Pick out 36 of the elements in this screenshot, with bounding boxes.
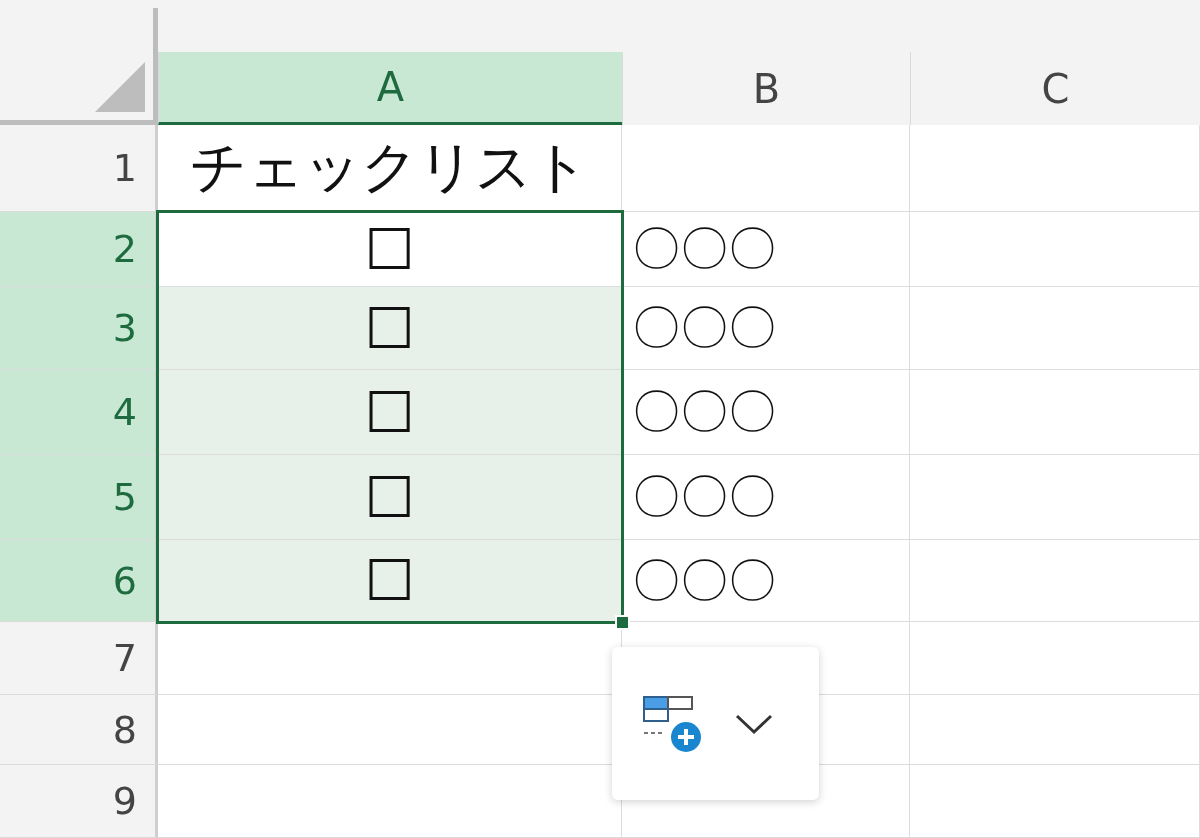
row-header[interactable]: 1: [0, 125, 158, 212]
row-header[interactable]: 5: [0, 455, 158, 540]
column-header[interactable]: B: [622, 52, 910, 125]
quick-analysis-button[interactable]: [642, 693, 704, 754]
table-cell[interactable]: 〇〇〇: [622, 370, 910, 455]
row-header[interactable]: 7: [0, 622, 158, 695]
table-add-icon: [642, 693, 704, 754]
fill-handle[interactable]: [615, 615, 630, 630]
cell-text: ☐: [364, 216, 415, 282]
cell-text: 〇〇〇: [631, 467, 776, 526]
row-header[interactable]: 9: [0, 765, 158, 838]
column-header[interactable]: C: [910, 52, 1200, 125]
table-cell[interactable]: ☐: [158, 287, 622, 370]
table-cell[interactable]: ☐: [158, 455, 622, 540]
cell-text: ☐: [364, 295, 415, 361]
table-cell[interactable]: ☐: [158, 370, 622, 455]
cell-text: 〇〇〇: [631, 382, 776, 441]
cell-text: チェックリスト: [190, 133, 589, 201]
table-cell[interactable]: ☐: [158, 540, 622, 622]
column-header[interactable]: A: [158, 52, 622, 125]
row-header[interactable]: 6: [0, 540, 158, 622]
table-cell[interactable]: 〇〇〇: [622, 455, 910, 540]
table-cell[interactable]: 〇〇〇: [622, 212, 910, 287]
triangle-icon: [95, 62, 145, 112]
row-header[interactable]: 2: [0, 212, 158, 287]
cell-text: 〇〇〇: [631, 550, 776, 610]
row-header[interactable]: 3: [0, 287, 158, 370]
row-header[interactable]: 8: [0, 695, 158, 765]
select-all-corner[interactable]: [0, 8, 158, 125]
cell-text: ☐: [364, 379, 415, 445]
table-cell[interactable]: 〇〇〇: [622, 287, 910, 370]
cell-text: ☐: [364, 548, 415, 613]
cell-text: 〇〇〇: [631, 298, 776, 357]
row-header[interactable]: 4: [0, 370, 158, 455]
cell-text: 〇〇〇: [631, 219, 776, 278]
cell-text: ☐: [364, 464, 415, 530]
